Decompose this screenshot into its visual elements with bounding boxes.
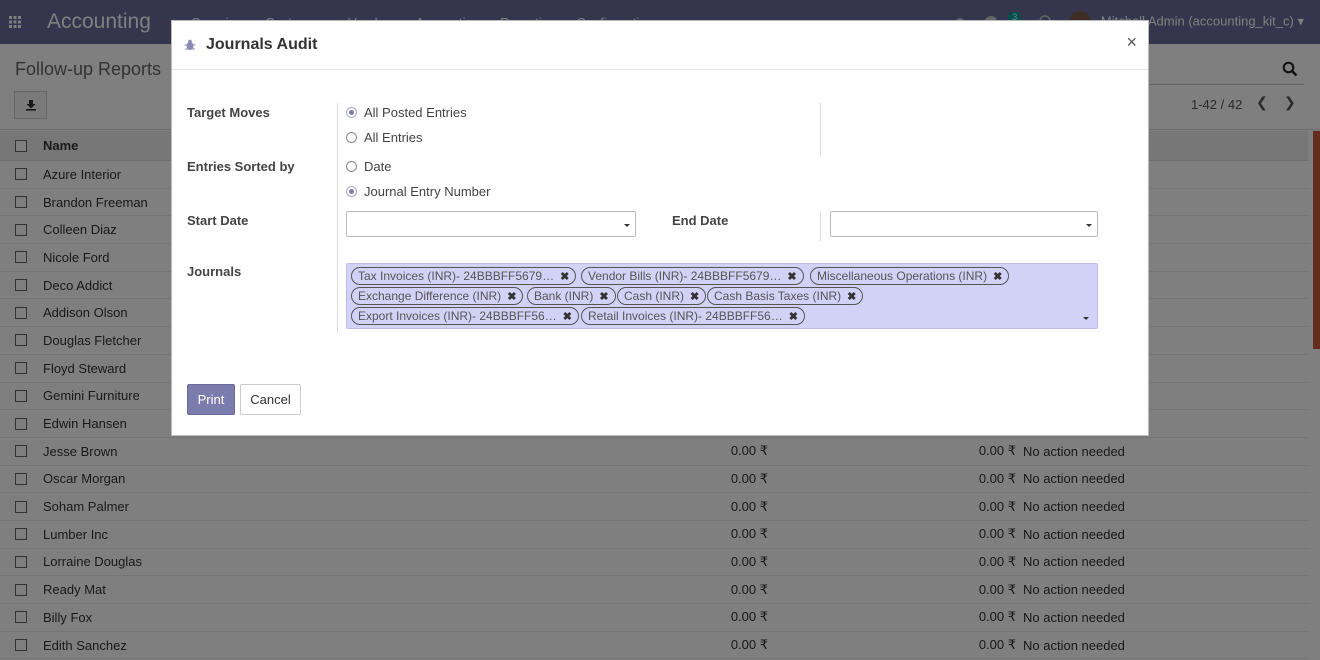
radio-label: Journal Entry Number (364, 184, 491, 199)
tag-label: Vendor Bills (INR)- 24BBBFF5679… (588, 269, 782, 283)
remove-tag-icon[interactable]: ✖ (560, 270, 569, 283)
radio-label: All Entries (364, 130, 423, 145)
remove-tag-icon[interactable]: ✖ (563, 310, 572, 323)
cancel-button[interactable]: Cancel (240, 384, 301, 415)
radio-sort-journal-entry-number[interactable]: Journal Entry Number (346, 184, 490, 199)
radio-label: Date (364, 159, 392, 174)
remove-tag-icon[interactable]: ✖ (787, 270, 796, 283)
journal-tag: Cash Basis Taxes (INR) ✖ (707, 287, 864, 305)
remove-tag-icon[interactable]: ✖ (847, 290, 856, 303)
tag-label: Bank (INR) (534, 289, 594, 303)
journal-tag: Export Invoices (INR)- 24BBBFF56… ✖ (351, 307, 579, 325)
left-separator (337, 103, 338, 333)
radio-label: All Posted Entries (364, 105, 467, 120)
radio-button[interactable] (346, 186, 357, 197)
close-icon[interactable]: × (1126, 32, 1137, 53)
tag-label: Tax Invoices (INR)- 24BBBFF5679… (358, 269, 555, 283)
print-button[interactable]: Print (187, 384, 235, 415)
caret-down-icon (1086, 224, 1092, 227)
start-date-input[interactable] (346, 211, 636, 237)
dialog-header: Journals Audit × (172, 21, 1148, 70)
start-date-label: Start Date (187, 213, 249, 228)
target-moves-label: Target Moves (187, 105, 270, 120)
radio-sort-date[interactable]: Date (346, 159, 391, 174)
journal-tag: Bank (INR) ✖ (527, 287, 616, 305)
end-date-separator (820, 211, 821, 241)
caret-down-icon (624, 224, 630, 227)
tag-label: Retail Invoices (INR)- 24BBBFF56… (588, 309, 783, 323)
journal-tag: Miscellaneous Operations (INR) ✖ (810, 267, 1010, 285)
right-separator (820, 103, 821, 157)
tag-label: Export Invoices (INR)- 24BBBFF56… (358, 309, 557, 323)
journals-label: Journals (187, 264, 242, 279)
tag-label: Cash (INR) (624, 289, 685, 303)
journal-tag: Tax Invoices (INR)- 24BBBFF5679… ✖ (351, 267, 577, 285)
radio-button[interactable] (346, 132, 357, 143)
journal-tag: Exchange Difference (INR) ✖ (351, 287, 524, 305)
sorted-by-label: Entries Sorted by (187, 159, 295, 174)
remove-tag-icon[interactable]: ✖ (599, 290, 608, 303)
dialog-title: Journals Audit (206, 36, 318, 53)
tag-label: Cash Basis Taxes (INR) (714, 289, 842, 303)
caret-down-icon[interactable] (1083, 317, 1089, 320)
journal-tag: Retail Invoices (INR)- 24BBBFF56… ✖ (581, 307, 805, 325)
journal-tag: Vendor Bills (INR)- 24BBBFF5679… ✖ (581, 267, 804, 285)
bug-icon (184, 39, 196, 51)
tag-label: Exchange Difference (INR) (358, 289, 502, 303)
remove-tag-icon[interactable]: ✖ (789, 310, 798, 323)
radio-button[interactable] (346, 107, 357, 118)
tag-label: Miscellaneous Operations (INR) (817, 269, 988, 283)
remove-tag-icon[interactable]: ✖ (993, 270, 1002, 283)
radio-all-entries[interactable]: All Entries (346, 130, 423, 145)
end-date-label: End Date (672, 213, 729, 228)
journal-tag: Cash (INR) ✖ (617, 287, 707, 305)
journals-many2many-tags[interactable]: Tax Invoices (INR)- 24BBBFF5679… ✖ Vendor… (346, 263, 1098, 329)
end-date-input[interactable] (830, 211, 1098, 237)
radio-button[interactable] (346, 161, 357, 172)
remove-tag-icon[interactable]: ✖ (690, 290, 699, 303)
radio-all-posted-entries[interactable]: All Posted Entries (346, 105, 467, 120)
remove-tag-icon[interactable]: ✖ (507, 290, 516, 303)
journals-audit-dialog: Journals Audit × Target Moves All Posted… (171, 20, 1149, 436)
